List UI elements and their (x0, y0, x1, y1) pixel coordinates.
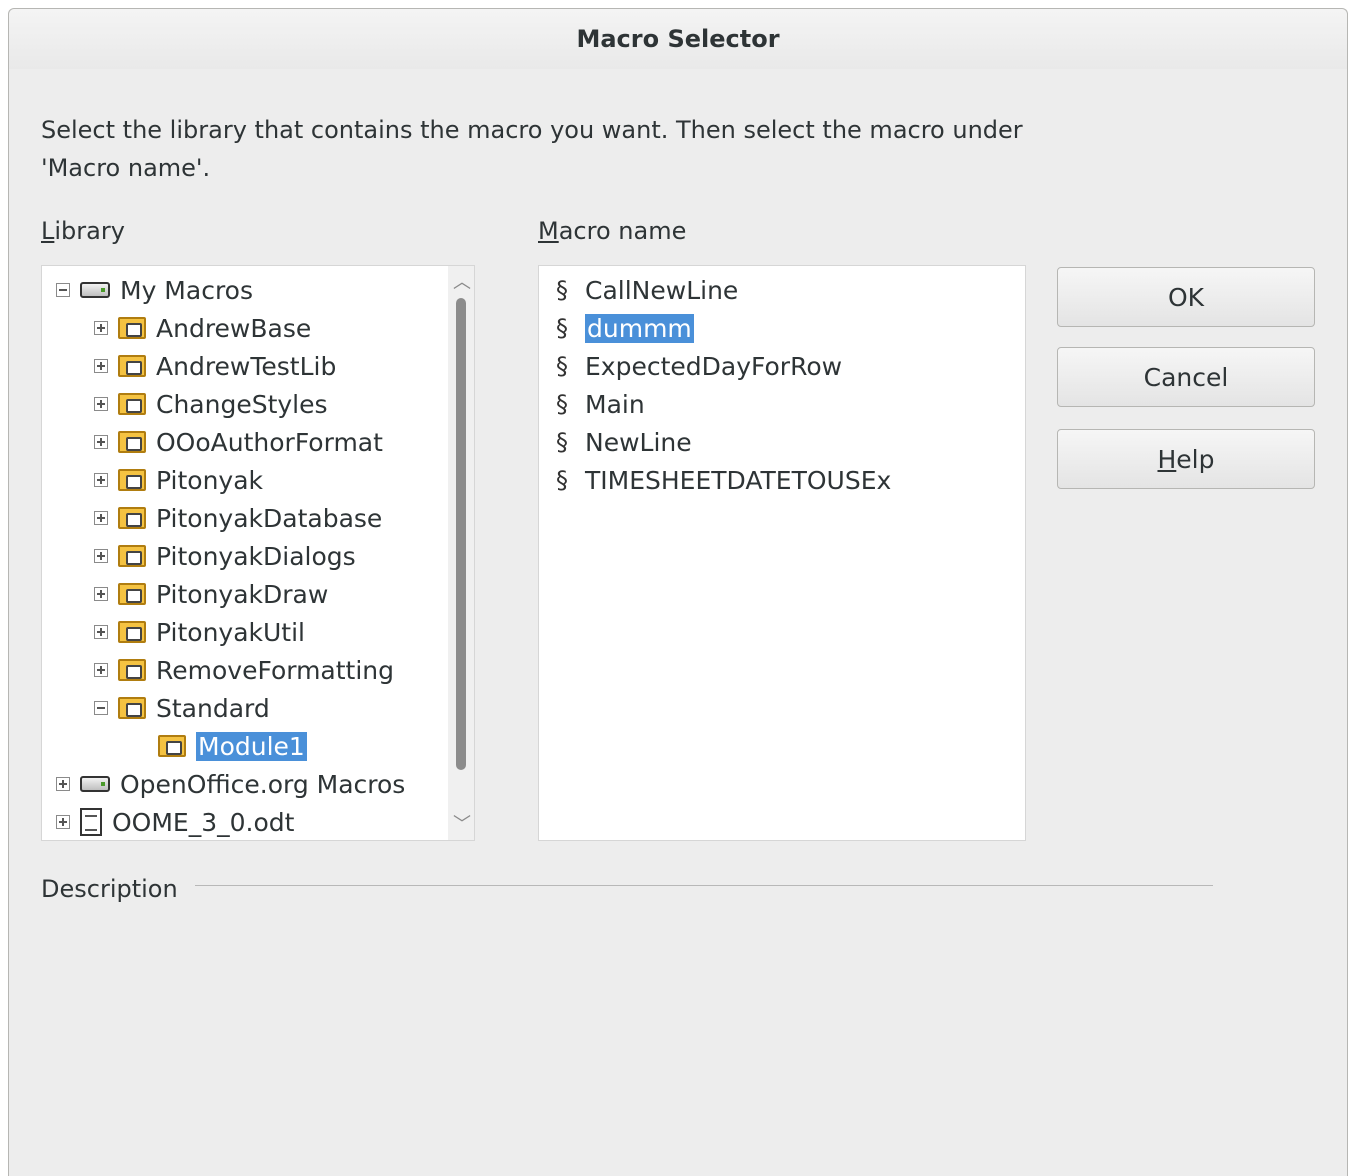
intro-text: Select the library that contains the mac… (41, 116, 1023, 182)
tree-item-label: PitonyakDialogs (156, 541, 356, 571)
cancel-button[interactable]: Cancel (1057, 347, 1315, 407)
scrollbar-thumb[interactable] (456, 298, 466, 770)
tree-item-changestyles[interactable]: ChangeStyles (94, 385, 328, 423)
tree-item-removeformatting[interactable]: RemoveFormatting (94, 651, 394, 689)
library-folder-icon (118, 659, 146, 681)
macro-item-callnewline[interactable]: § CallNewLine (549, 271, 738, 309)
tree-item-oome-document[interactable]: OOME_3_0.odt (56, 803, 294, 841)
tree-item-label: PitonyakUtil (156, 617, 305, 647)
expand-icon[interactable] (94, 321, 108, 335)
scroll-down-arrow-icon[interactable]: ﹀ (453, 810, 471, 836)
library-scrollbar[interactable]: ︿ ﹀ (448, 266, 474, 840)
tree-item-label-selected: Module1 (196, 731, 307, 761)
description-divider (195, 885, 1213, 886)
library-folder-icon (118, 355, 146, 377)
macro-item-label-selected: dummm (585, 313, 694, 343)
macro-name-list[interactable]: § CallNewLine § dummm § ExpectedDayForRo… (538, 265, 1026, 841)
expand-icon[interactable] (94, 549, 108, 563)
expand-icon[interactable] (94, 435, 108, 449)
tree-item-pitonyakdraw[interactable]: PitonyakDraw (94, 575, 328, 613)
macro-name-label: Macro name (538, 217, 686, 245)
tree-item-standard[interactable]: Standard (94, 689, 270, 727)
expand-icon[interactable] (94, 473, 108, 487)
expand-icon[interactable] (56, 777, 70, 791)
help-button[interactable]: Help (1057, 429, 1315, 489)
library-folder-icon (118, 545, 146, 567)
library-label-mnemonic: L (41, 217, 55, 245)
macro-item-label: CallNewLine (585, 275, 739, 305)
macro-script-icon: § (556, 352, 568, 380)
macro-item-label: Main (585, 389, 645, 419)
tree-item-pitonyak[interactable]: Pitonyak (94, 461, 263, 499)
tree-item-my-macros[interactable]: My Macros (56, 271, 253, 309)
ok-button[interactable]: OK (1057, 267, 1315, 327)
macro-script-icon: § (556, 276, 568, 304)
tree-item-label: OOME_3_0.odt (112, 807, 295, 837)
expand-icon[interactable] (56, 815, 70, 829)
macro-name-label-rest: acro name (558, 217, 687, 245)
expand-icon[interactable] (94, 663, 108, 677)
macro-script-icon: § (556, 314, 568, 342)
collapse-icon[interactable] (94, 701, 108, 715)
library-folder-icon (118, 621, 146, 643)
tree-item-andrewtestlib[interactable]: AndrewTestLib (94, 347, 336, 385)
library-label-rest: ibrary (54, 217, 125, 245)
library-tree[interactable]: My Macros AndrewBase AndrewTestLib Chang… (41, 265, 475, 841)
tree-item-label: OOoAuthorFormat (156, 427, 383, 457)
tree-item-label: My Macros (120, 275, 253, 305)
expand-icon[interactable] (94, 359, 108, 373)
tree-item-label: AndrewBase (156, 313, 312, 343)
scroll-up-arrow-icon[interactable]: ︿ (453, 268, 471, 294)
tree-item-oooauthorformat[interactable]: OOoAuthorFormat (94, 423, 383, 461)
library-folder-icon (118, 393, 146, 415)
macro-item-label: TIMESHEETDATETOUSEx (585, 465, 892, 495)
help-label-rest: elp (1176, 444, 1215, 474)
module-icon (158, 735, 186, 757)
library-folder-icon (118, 431, 146, 453)
drive-icon (80, 776, 110, 792)
macro-script-icon: § (556, 390, 568, 418)
help-mnemonic: H (1157, 444, 1177, 474)
tree-item-label: ChangeStyles (156, 389, 328, 419)
library-folder-icon (118, 583, 146, 605)
macro-script-icon: § (556, 428, 568, 456)
macro-item-label: ExpectedDayForRow (585, 351, 843, 381)
description-label: Description (41, 875, 178, 903)
macro-item-dummm[interactable]: § dummm (549, 309, 694, 347)
tree-item-label: RemoveFormatting (156, 655, 395, 685)
tree-item-pitonyakdialogs[interactable]: PitonyakDialogs (94, 537, 356, 575)
expand-icon[interactable] (94, 587, 108, 601)
library-label: Library (41, 217, 125, 245)
tree-item-label: OpenOffice.org Macros (120, 769, 406, 799)
tree-item-pitonyakutil[interactable]: PitonyakUtil (94, 613, 305, 651)
tree-item-andrewbase[interactable]: AndrewBase (94, 309, 311, 347)
tree-item-label: PitonyakDraw (156, 579, 329, 609)
tree-item-module1[interactable]: Module1 (158, 727, 307, 765)
macro-name-label-mnemonic: M (538, 217, 559, 245)
macro-item-timesheetdatetousex[interactable]: § TIMESHEETDATETOUSEx (549, 461, 891, 499)
macro-selector-dialog: Macro Selector Select the library that c… (8, 8, 1348, 1176)
dialog-title: Macro Selector (9, 9, 1347, 69)
library-folder-icon (118, 317, 146, 339)
expand-icon[interactable] (94, 625, 108, 639)
macro-item-newline[interactable]: § NewLine (549, 423, 692, 461)
expand-icon[interactable] (94, 511, 108, 525)
tree-item-label: Pitonyak (156, 465, 264, 495)
expand-icon[interactable] (94, 397, 108, 411)
tree-item-label: AndrewTestLib (156, 351, 337, 381)
tree-item-openoffice-macros[interactable]: OpenOffice.org Macros (56, 765, 405, 803)
library-folder-icon (118, 507, 146, 529)
tree-item-label: Standard (156, 693, 270, 723)
document-icon (80, 808, 102, 836)
drive-icon (80, 282, 110, 298)
collapse-icon[interactable] (56, 283, 70, 297)
macro-script-icon: § (556, 466, 568, 494)
macro-item-expecteddayforrow[interactable]: § ExpectedDayForRow (549, 347, 842, 385)
tree-item-label: PitonyakDatabase (156, 503, 383, 533)
tree-item-pitonyakdatabase[interactable]: PitonyakDatabase (94, 499, 382, 537)
library-folder-icon (118, 469, 146, 491)
library-folder-icon (118, 697, 146, 719)
macro-item-main[interactable]: § Main (549, 385, 645, 423)
macro-item-label: NewLine (585, 427, 692, 457)
